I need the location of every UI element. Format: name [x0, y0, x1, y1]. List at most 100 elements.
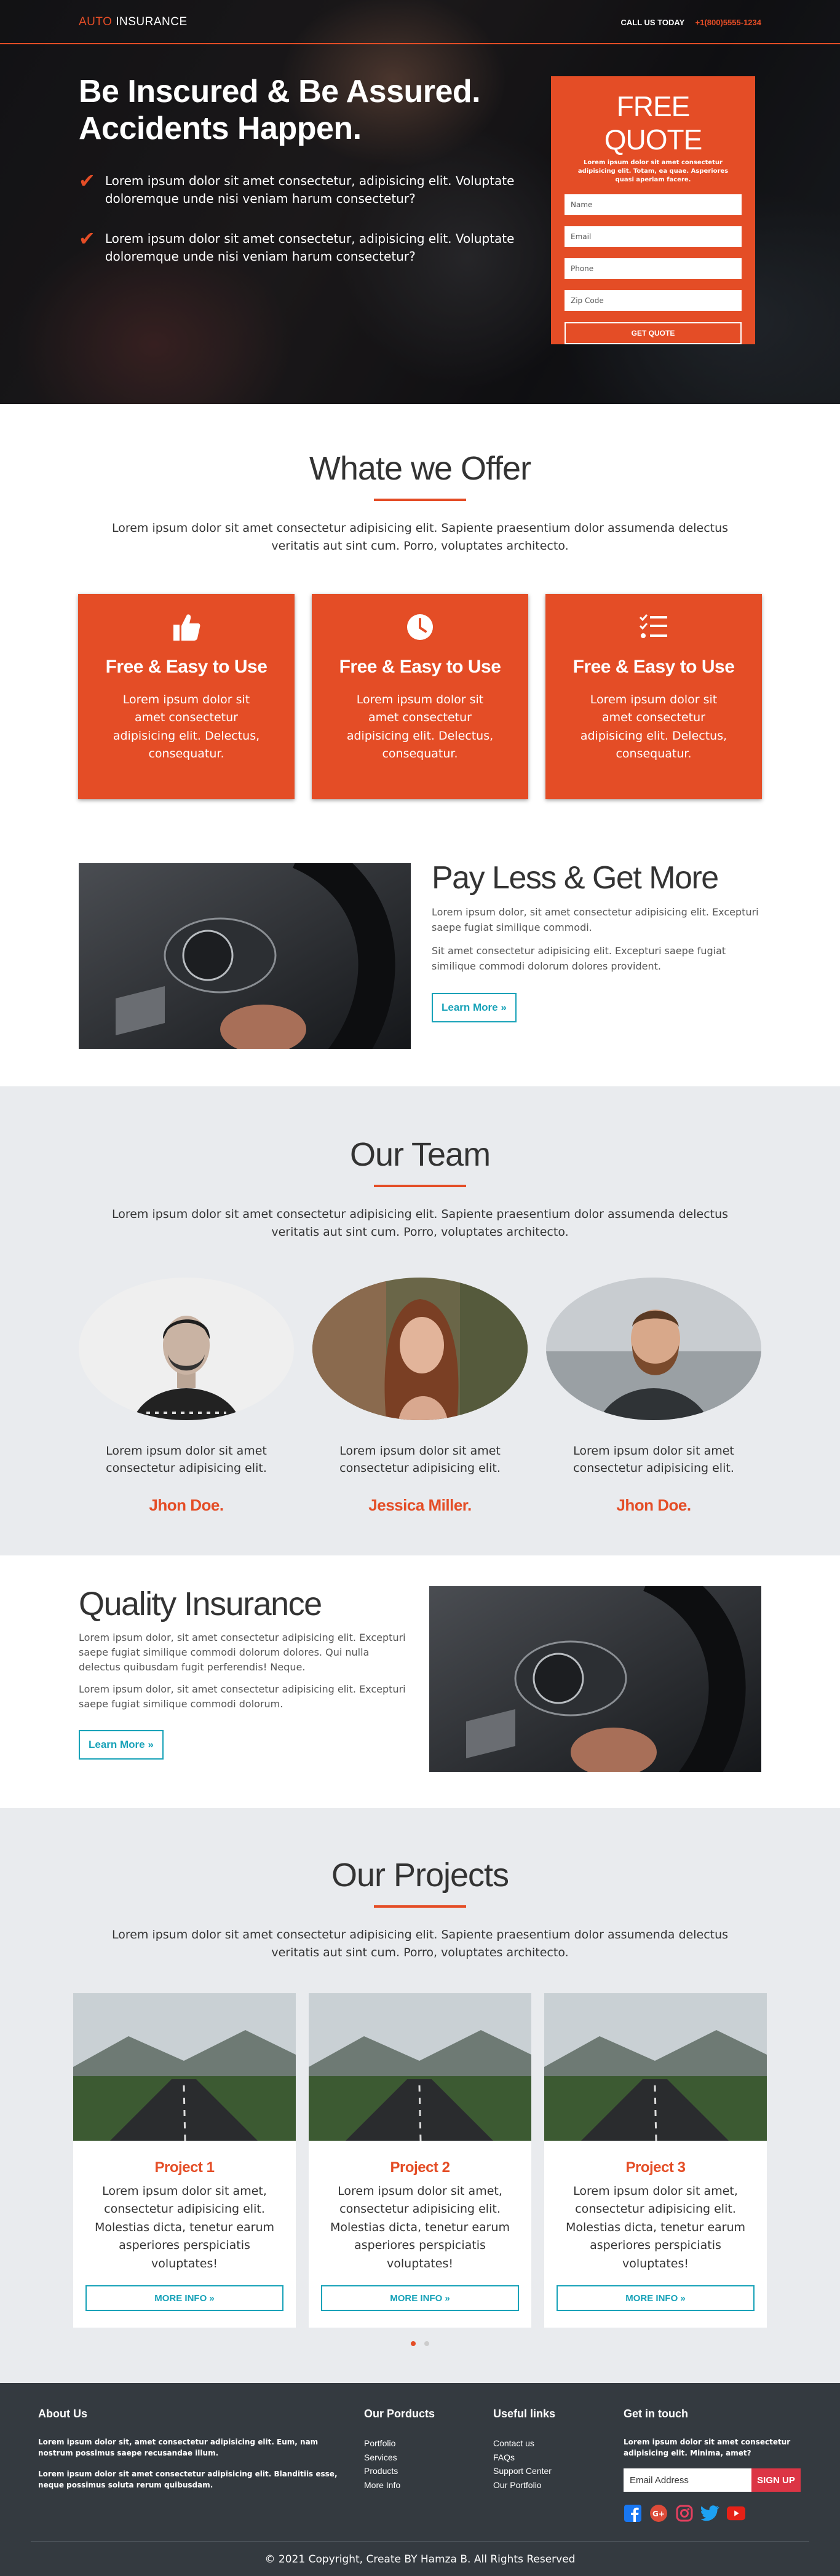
- carousel-dot[interactable]: [424, 2341, 429, 2346]
- hero-title-line1: Be Inscured & Be Assured.: [79, 74, 481, 109]
- footer-link[interactable]: More Info: [364, 2478, 493, 2492]
- offer-card: Free & Easy to Use Lorem ipsum dolor sit…: [312, 593, 528, 799]
- checklist-icon: [545, 612, 762, 642]
- free-quote-form: FREE QUOTE Lorem ipsum dolor sit amet co…: [551, 76, 755, 344]
- hero-bullet: ✔ Lorem ipsum dolor sit amet consectetur…: [79, 168, 521, 208]
- project-card: Project 1 Lorem ipsum dolor sit amet, co…: [73, 1993, 296, 2328]
- steering-wheel-image: [79, 863, 411, 1049]
- project-text: Lorem ipsum dolor sit amet, consectetur …: [565, 2184, 746, 2270]
- quality-paragraph: Lorem ipsum dolor, sit amet consectetur …: [79, 1632, 406, 1673]
- quote-form-title: FREE QUOTE: [604, 90, 703, 156]
- clock-icon: [312, 612, 528, 642]
- offer-title: Whate we Offer: [309, 450, 531, 487]
- offer-card-text: Lorem ipsum dolor sit amet consectetur a…: [580, 692, 727, 761]
- footer-touch-text: Lorem ipsum dolor sit amet consectetur a…: [624, 2438, 791, 2457]
- hero-title-line2: Accidents Happen.: [79, 110, 362, 146]
- pay-less-title: Pay Less & Get More: [432, 859, 719, 896]
- hero-bullet: ✔ Lorem ipsum dolor sit amet consectetur…: [79, 226, 521, 266]
- footer-useful-links: Useful links Contact us FAQs Support Cen…: [493, 2408, 624, 2523]
- twitter-icon[interactable]: [701, 2504, 719, 2523]
- more-info-button[interactable]: MORE INFO »: [557, 2285, 755, 2312]
- offer-section: Whate we Offer Lorem ipsum dolor sit ame…: [0, 404, 840, 1086]
- offer-card-text: Lorem ipsum dolor sit amet consectetur a…: [346, 692, 494, 761]
- brand-logo[interactable]: AUTO INSURANCE: [79, 15, 188, 29]
- phone-field[interactable]: [565, 258, 742, 279]
- team-member: Lorem ipsum dolor sit amet consectetur a…: [79, 1277, 294, 1515]
- footer: About Us Lorem ipsum dolor sit, amet con…: [0, 2383, 840, 2576]
- offer-card-title: Free & Easy to Use: [573, 656, 735, 677]
- newsletter-form: SIGN UP: [624, 2468, 808, 2492]
- brand-logo-part1: AUTO: [79, 15, 113, 28]
- learn-more-button[interactable]: Learn More »: [432, 993, 517, 1023]
- footer-products-title: Our Porducts: [364, 2408, 435, 2420]
- team-title: Our Team: [349, 1136, 491, 1173]
- footer-columns: About Us Lorem ipsum dolor sit, amet con…: [0, 2383, 840, 2523]
- sign-up-button[interactable]: SIGN UP: [751, 2468, 801, 2492]
- projects-description: Lorem ipsum dolor sit amet consectetur a…: [111, 1928, 729, 1960]
- email-field[interactable]: [565, 226, 742, 247]
- footer-get-in-touch: Get in touch Lorem ipsum dolor sit amet …: [624, 2408, 808, 2523]
- project-title: Project 1: [154, 2159, 215, 2176]
- avatar: [546, 1277, 761, 1420]
- avatar: [79, 1277, 294, 1420]
- hero-section: AUTO INSURANCE CALL US TODAY +1(800)5555…: [0, 0, 840, 404]
- project-text: Lorem ipsum dolor sit amet, consectetur …: [330, 2184, 510, 2270]
- title-underline: [374, 499, 466, 501]
- team-member: Lorem ipsum dolor sit amet consectetur a…: [312, 1277, 528, 1515]
- footer-link[interactable]: Our Portfolio: [493, 2478, 624, 2492]
- hero-content: Be Inscured & Be Assured. Accidents Happ…: [79, 74, 521, 288]
- member-name: Jhon Doe.: [149, 1495, 224, 1514]
- quality-paragraph: Lorem ipsum dolor, sit amet consectetur …: [79, 1683, 406, 1710]
- member-name: Jhon Doe.: [616, 1495, 691, 1514]
- pay-less-paragraph: Lorem ipsum dolor, sit amet consectetur …: [432, 906, 759, 933]
- road-image: [73, 1993, 296, 2141]
- title-underline: [374, 1185, 466, 1187]
- call-us: CALL US TODAY +1(800)5555-1234: [620, 18, 761, 27]
- phone-number[interactable]: +1(800)5555-1234: [695, 18, 761, 27]
- footer-about-text: Lorem ipsum dolor sit amet consectetur a…: [38, 2470, 338, 2489]
- footer-link[interactable]: Support Center: [493, 2464, 624, 2478]
- social-icons: G+: [624, 2504, 808, 2523]
- svg-text:G+: G+: [652, 2510, 665, 2518]
- learn-more-button[interactable]: Learn More »: [79, 1730, 164, 1760]
- footer-link[interactable]: Contact us: [493, 2436, 624, 2451]
- team-members: Lorem ipsum dolor sit amet consectetur a…: [79, 1277, 761, 1515]
- google-plus-icon[interactable]: G+: [649, 2504, 668, 2523]
- newsletter-email-input[interactable]: [624, 2468, 751, 2492]
- top-navbar: AUTO INSURANCE CALL US TODAY +1(800)5555…: [0, 0, 840, 44]
- team-member: Lorem ipsum dolor sit amet consectetur a…: [546, 1277, 761, 1515]
- footer-link[interactable]: Products: [364, 2464, 493, 2478]
- carousel-dot-active[interactable]: [411, 2341, 416, 2346]
- checkmark-icon: ✔: [79, 226, 95, 250]
- more-info-button[interactable]: MORE INFO »: [85, 2285, 283, 2312]
- name-field[interactable]: [565, 194, 742, 215]
- projects-section: Our Projects Lorem ipsum dolor sit amet …: [0, 1808, 840, 2383]
- footer-link[interactable]: Services: [364, 2451, 493, 2465]
- youtube-icon[interactable]: [727, 2504, 745, 2523]
- zip-code-field[interactable]: [565, 290, 742, 311]
- get-quote-button[interactable]: GET QUOTE: [565, 322, 742, 344]
- instagram-icon[interactable]: [675, 2504, 694, 2523]
- footer-products: Our Porducts Portfolio Services Products…: [364, 2408, 493, 2523]
- footer-about-title: About Us: [38, 2408, 87, 2420]
- member-bio: Lorem ipsum dolor sit amet consectetur a…: [339, 1444, 501, 1476]
- more-info-button[interactable]: MORE INFO »: [321, 2285, 519, 2312]
- offer-card-text: Lorem ipsum dolor sit amet consectetur a…: [113, 692, 260, 761]
- member-bio: Lorem ipsum dolor sit amet consectetur a…: [573, 1444, 734, 1476]
- footer-about-text: Lorem ipsum dolor sit, amet consectetur …: [38, 2438, 319, 2457]
- member-name: Jessica Miller.: [368, 1495, 472, 1514]
- hero-bullet-text: Lorem ipsum dolor sit amet consectetur, …: [105, 173, 515, 206]
- footer-link[interactable]: FAQs: [493, 2451, 624, 2465]
- team-section: Our Team Lorem ipsum dolor sit amet cons…: [0, 1086, 840, 1555]
- quality-section: Quality Insurance Lorem ipsum dolor, sit…: [0, 1555, 840, 1808]
- projects-title: Our Projects: [331, 1857, 509, 1894]
- footer-link[interactable]: Portfolio: [364, 2436, 493, 2451]
- pay-less-feature: Pay Less & Get More Lorem ipsum dolor, s…: [79, 860, 761, 1049]
- checkmark-icon: ✔: [79, 168, 95, 192]
- facebook-icon[interactable]: [624, 2504, 642, 2523]
- pay-less-paragraph: Sit amet consectetur adipisicing elit. E…: [432, 945, 726, 973]
- quality-text: Quality Insurance Lorem ipsum dolor, sit…: [79, 1585, 411, 1760]
- offer-card: Free & Easy to Use Lorem ipsum dolor sit…: [545, 593, 762, 799]
- project-title: Project 2: [390, 2159, 450, 2176]
- projects-carousel: Project 1 Lorem ipsum dolor sit amet, co…: [73, 1993, 767, 2328]
